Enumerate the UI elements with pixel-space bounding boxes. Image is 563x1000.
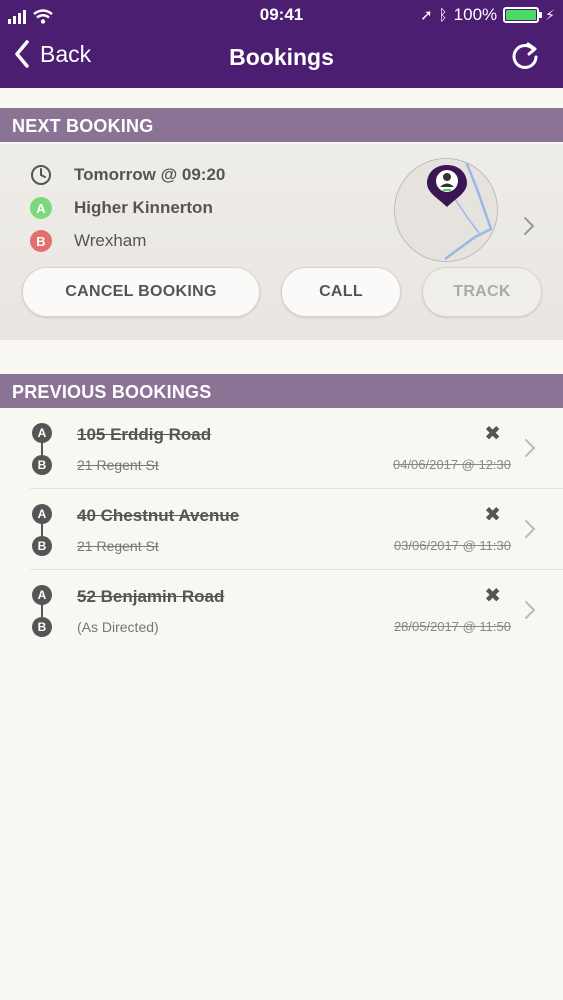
booking-date: 04/06/2017 @ 12:30 [392,457,511,472]
route-ab-icon: A B [32,423,52,475]
x-mark-icon: ✖ [484,423,501,445]
booking-to: 21 Regent St [77,538,159,554]
battery-icon [503,7,543,23]
pin-a: A [32,423,52,443]
booking-from: 105 Erddig Road [77,425,212,444]
route-ab-icon: A B [32,585,52,637]
pickup-location: Higher Kinnerton [74,198,213,217]
pickup-a-icon: A [30,197,52,219]
call-button[interactable]: CALL [281,267,401,317]
dropoff-location: Wrexham [74,231,147,250]
bluetooth-icon: ᛒ [438,6,448,24]
clock-icon [31,165,51,185]
booking-date: 03/06/2017 @ 11:30 [393,538,511,553]
route-map-icon [395,159,497,261]
cancel-booking-button[interactable]: CANCEL BOOKING [22,267,260,317]
status-right: ➚ ᛒ 100% ⚡ [420,5,555,25]
pin-b: B [32,536,52,556]
dropoff-row: B Wrexham [30,230,146,252]
pin-a: A [32,585,52,605]
previous-bookings-header: PREVIOUS BOOKINGS [0,374,563,408]
booking-from: 52 Benjamin Road [77,587,225,606]
pickup-row: A Higher Kinnerton [30,197,213,219]
track-button[interactable]: TRACK [422,267,542,317]
booking-to: 21 Regent St [77,457,159,473]
chevron-right-icon[interactable] [523,437,537,459]
booking-date: 28/05/2017 @ 11:50 [393,619,511,634]
previous-booking-row[interactable]: A B 40 Chestnut Avenue 21 Regent St ✖ 03… [0,490,563,570]
next-booking-chevron-icon[interactable] [522,215,536,237]
battery-percent: 100% [453,5,498,24]
route-map-thumbnail [394,158,498,262]
nav-bar: Back Bookings [0,34,563,82]
booking-to: (As Directed) [77,619,159,635]
status-bar: 09:41 ➚ ᛒ 100% ⚡ [0,0,563,30]
charging-icon: ⚡ [545,6,555,23]
pin-a: A [32,504,52,524]
refresh-icon[interactable] [509,40,541,72]
top-bar: 09:41 ➚ ᛒ 100% ⚡ Back Bookings [0,0,563,88]
booking-time: Tomorrow @ 09:20 [74,165,226,184]
dropoff-b-icon: B [30,230,52,252]
booking-time-row: Tomorrow @ 09:20 [30,164,225,186]
chevron-right-icon[interactable] [523,599,537,621]
page-title: Bookings [229,44,334,70]
pin-b: B [32,617,52,637]
booking-from: 40 Chestnut Avenue [77,506,240,525]
next-booking-header: NEXT BOOKING [0,108,563,142]
route-ab-icon: A B [32,504,52,556]
x-mark-icon: ✖ [484,504,501,526]
chevron-right-icon[interactable] [523,518,537,540]
previous-booking-row[interactable]: A B 105 Erddig Road 21 Regent St ✖ 04/06… [0,409,563,489]
location-arrow-icon: ➚ [420,7,433,24]
previous-booking-row[interactable]: A B 52 Benjamin Road (As Directed) ✖ 28/… [0,571,563,651]
x-mark-icon: ✖ [484,585,501,607]
pin-b: B [32,455,52,475]
